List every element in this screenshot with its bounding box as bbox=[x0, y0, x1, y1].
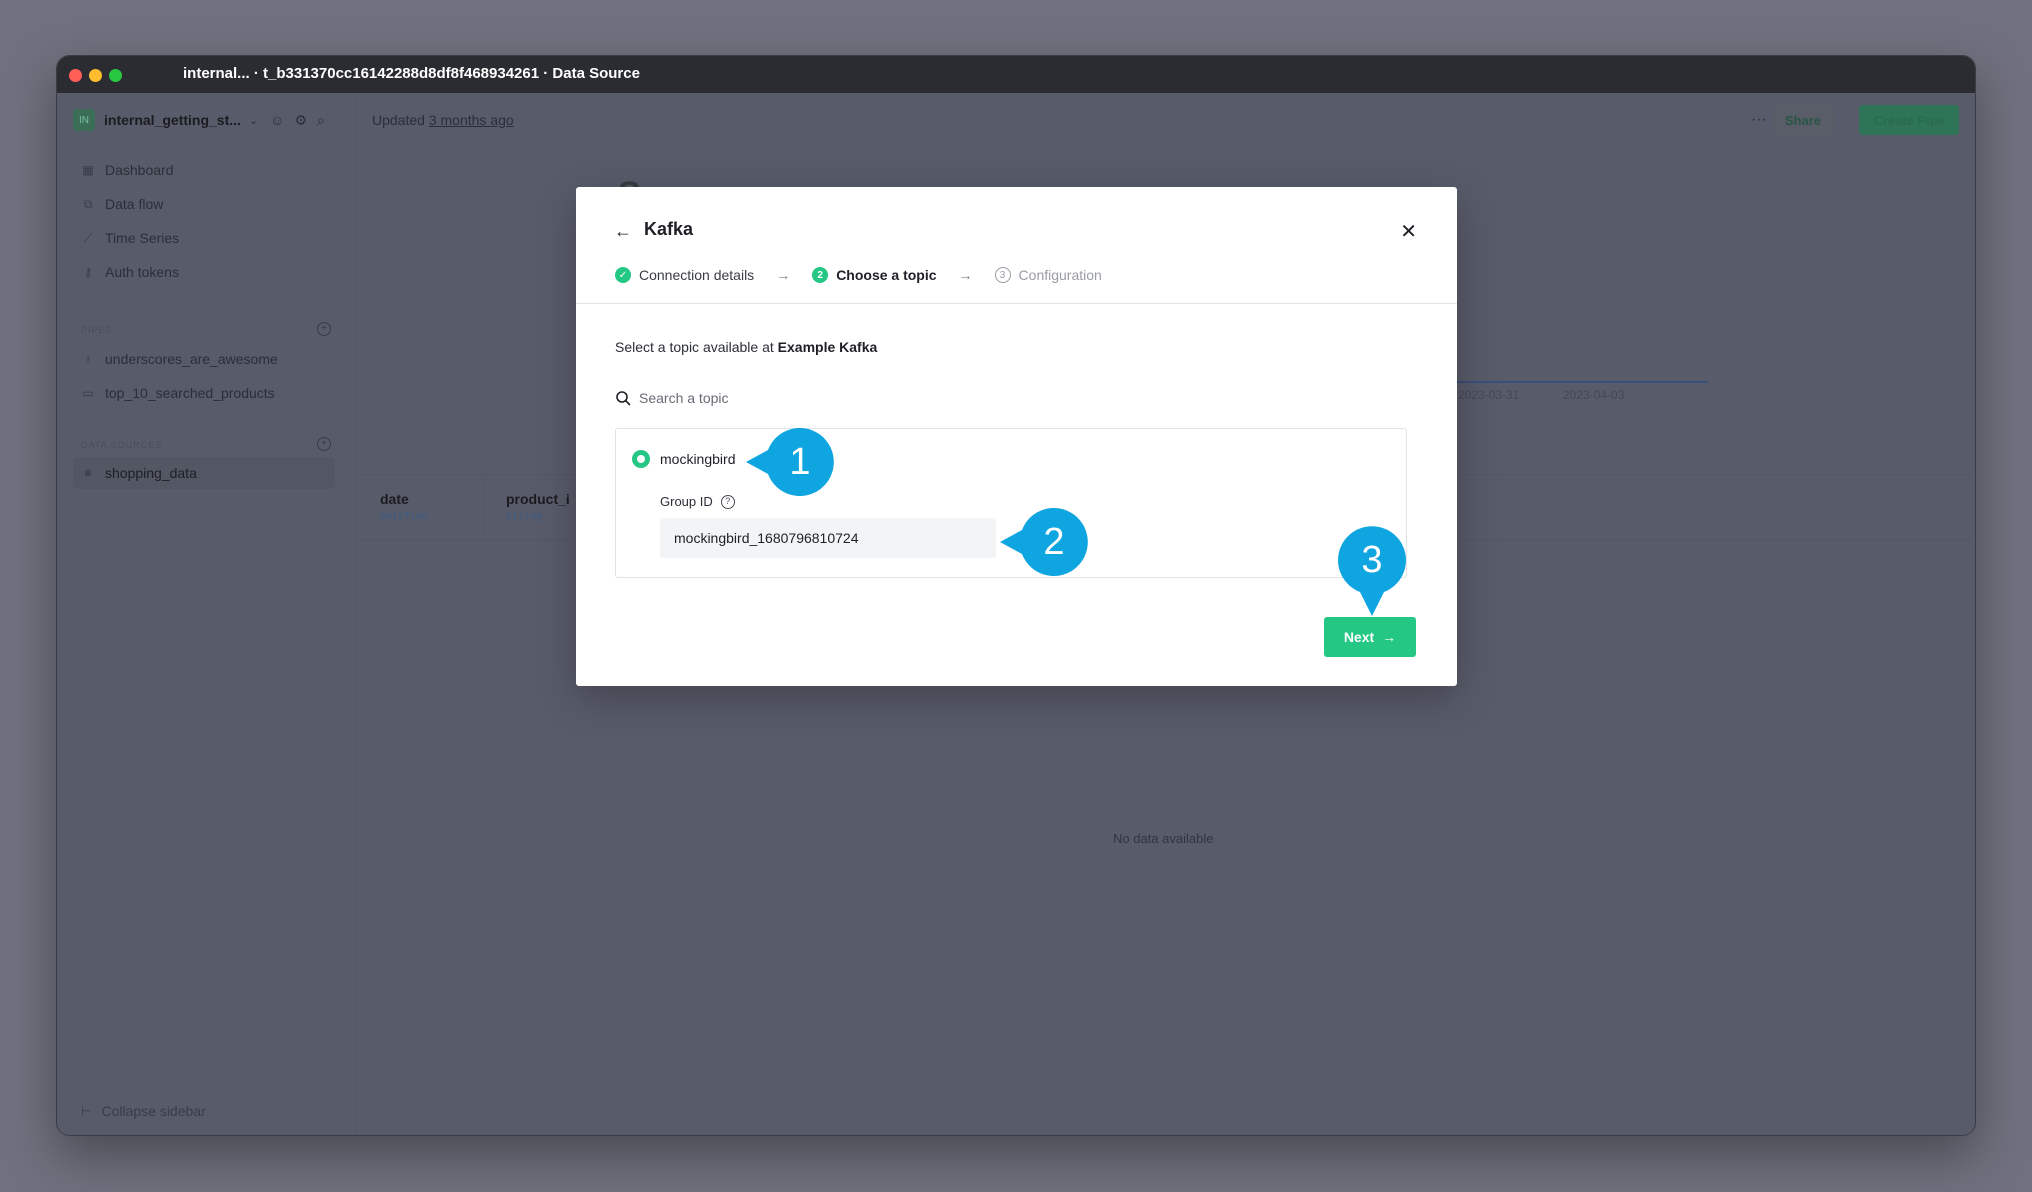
x-tick-label: 2023-04-03 bbox=[1563, 388, 1625, 402]
topic-radio[interactable] bbox=[632, 450, 650, 468]
create-pipe-button[interactable]: Create Pipe bbox=[1859, 105, 1959, 135]
group-id-label: Group ID ? bbox=[660, 494, 735, 509]
search-icon bbox=[616, 391, 631, 406]
database-icon: ≡ bbox=[84, 466, 92, 480]
topic-search-input[interactable] bbox=[639, 390, 939, 406]
maximize-window-button[interactable] bbox=[109, 69, 122, 82]
topic-name[interactable]: mockingbird bbox=[660, 451, 735, 467]
chart-series-line bbox=[1456, 381, 1708, 383]
pipes-section-label: PIPES bbox=[81, 325, 113, 335]
sidebar-item-shopping-data[interactable]: ≡ shopping_data bbox=[73, 457, 335, 489]
modal-header: ← Kafka ✕ ✓ Connection details → 2 Choos… bbox=[576, 187, 1457, 304]
flow-icon: ⧉ bbox=[83, 196, 93, 211]
sidebar-item-auth-tokens[interactable]: ⚷ Auth tokens bbox=[81, 255, 179, 289]
datasources-section-label: DATA SOURCES bbox=[81, 440, 163, 450]
callout-number: 3 bbox=[1361, 539, 1382, 581]
workspace-name: internal_getting_st... bbox=[104, 112, 241, 128]
arrow-right-icon: → bbox=[776, 267, 791, 283]
next-button[interactable]: Next → bbox=[1324, 617, 1416, 657]
group-id-input[interactable] bbox=[660, 518, 996, 558]
callout-marker-3: 3 bbox=[1338, 526, 1406, 616]
sidebar-item-dashboard[interactable]: ▦ Dashboard bbox=[81, 153, 179, 187]
pipe-label: underscores_are_awesome bbox=[105, 351, 278, 367]
check-icon: ✓ bbox=[615, 267, 631, 283]
sidebar-item-label: Auth tokens bbox=[105, 264, 179, 280]
window-controls bbox=[69, 69, 122, 82]
column-header-date[interactable]: date DateTime bbox=[358, 475, 484, 541]
help-icon[interactable]: ? bbox=[720, 494, 735, 509]
kafka-source-name: Example Kafka bbox=[777, 339, 878, 355]
collapse-icon: ⊢ bbox=[81, 1104, 92, 1118]
pipe-label: top_10_searched_products bbox=[105, 385, 275, 401]
kafka-modal: ← Kafka ✕ ✓ Connection details → 2 Choos… bbox=[576, 187, 1457, 686]
title-bar: internal... · t_b331370cc16142288d8df8f4… bbox=[57, 56, 1975, 93]
topic-search bbox=[615, 390, 939, 406]
minimize-window-button[interactable] bbox=[89, 69, 102, 82]
add-pipe-button[interactable]: + bbox=[317, 322, 331, 336]
workspace-selector[interactable]: IN internal_getting_st... ⌄ ☺ ⚙ ⌕ bbox=[73, 109, 325, 131]
sidebar-item-pipe[interactable]: ▭ top_10_searched_products bbox=[81, 378, 275, 408]
step-configuration: 3 Configuration bbox=[994, 267, 1102, 283]
sidebar-item-label: Dashboard bbox=[105, 162, 174, 178]
callout-number: 1 bbox=[789, 441, 810, 483]
key-icon: ⚷ bbox=[83, 265, 93, 279]
sidebar-item-pipe[interactable]: ♁ underscores_are_awesome bbox=[81, 344, 278, 374]
x-tick-label: 2023-03-31 bbox=[1458, 388, 1520, 402]
window-title: internal... · t_b331370cc16142288d8df8f4… bbox=[183, 65, 640, 82]
pipe-icon: ♁ bbox=[83, 352, 93, 366]
step-number-badge: 3 bbox=[994, 267, 1011, 283]
collapse-sidebar-button[interactable]: ⊢ Collapse sidebar bbox=[81, 1103, 206, 1119]
back-arrow-icon[interactable]: ← bbox=[614, 221, 632, 242]
topic-intro-text: Select a topic available at Example Kafk… bbox=[615, 339, 878, 355]
chart-icon: ⟋ bbox=[83, 230, 93, 245]
close-icon[interactable]: ✕ bbox=[1400, 219, 1417, 244]
share-button[interactable]: Share bbox=[1770, 105, 1835, 135]
arrow-right-icon: → bbox=[1382, 629, 1397, 645]
datasource-label: shopping_data bbox=[105, 465, 197, 481]
step-connection-details[interactable]: ✓ Connection details bbox=[615, 267, 754, 283]
sidebar-nav: ▦ Dashboard ⧉ Data flow ⟋ Time Series ⚷ … bbox=[81, 153, 179, 289]
sidebar-item-label: Time Series bbox=[105, 230, 180, 246]
search-icon[interactable]: ⌕ bbox=[317, 112, 325, 129]
callout-marker-2: 2 bbox=[1000, 508, 1088, 576]
add-datasource-button[interactable]: + bbox=[317, 437, 331, 451]
grid-icon: ▦ bbox=[82, 163, 94, 177]
step-number-badge: 2 bbox=[812, 267, 829, 283]
workspace-avatar: IN bbox=[73, 109, 95, 131]
updated-status: Updated 3 months ago bbox=[372, 112, 514, 128]
sidebar-item-time-series[interactable]: ⟋ Time Series bbox=[81, 221, 179, 255]
sidebar: IN internal_getting_st... ⌄ ☺ ⚙ ⌕ ▦ Dash… bbox=[57, 93, 357, 1135]
gear-icon[interactable]: ⚙ bbox=[294, 112, 307, 129]
step-choose-topic[interactable]: 2 Choose a topic bbox=[812, 267, 937, 283]
user-emoji-icon[interactable]: ☺ bbox=[270, 112, 284, 129]
wizard-steps: ✓ Connection details → 2 Choose a topic … bbox=[615, 267, 1102, 283]
modal-title: Kafka bbox=[644, 219, 694, 239]
chevron-down-icon[interactable]: ⌄ bbox=[249, 114, 258, 127]
pipe-icon: ▭ bbox=[82, 386, 94, 400]
sidebar-item-data-flow[interactable]: ⧉ Data flow bbox=[81, 187, 179, 221]
close-window-button[interactable] bbox=[69, 69, 82, 82]
sidebar-item-label: Data flow bbox=[105, 196, 164, 212]
empty-state-text: No data available bbox=[1113, 831, 1214, 846]
callout-number: 2 bbox=[1043, 521, 1064, 563]
more-options-button[interactable]: ··· bbox=[1751, 111, 1767, 129]
collapse-label: Collapse sidebar bbox=[101, 1103, 206, 1119]
updated-time-link[interactable]: 3 months ago bbox=[429, 112, 514, 128]
arrow-right-icon: → bbox=[958, 267, 973, 283]
callout-marker-1: 1 bbox=[746, 428, 834, 496]
